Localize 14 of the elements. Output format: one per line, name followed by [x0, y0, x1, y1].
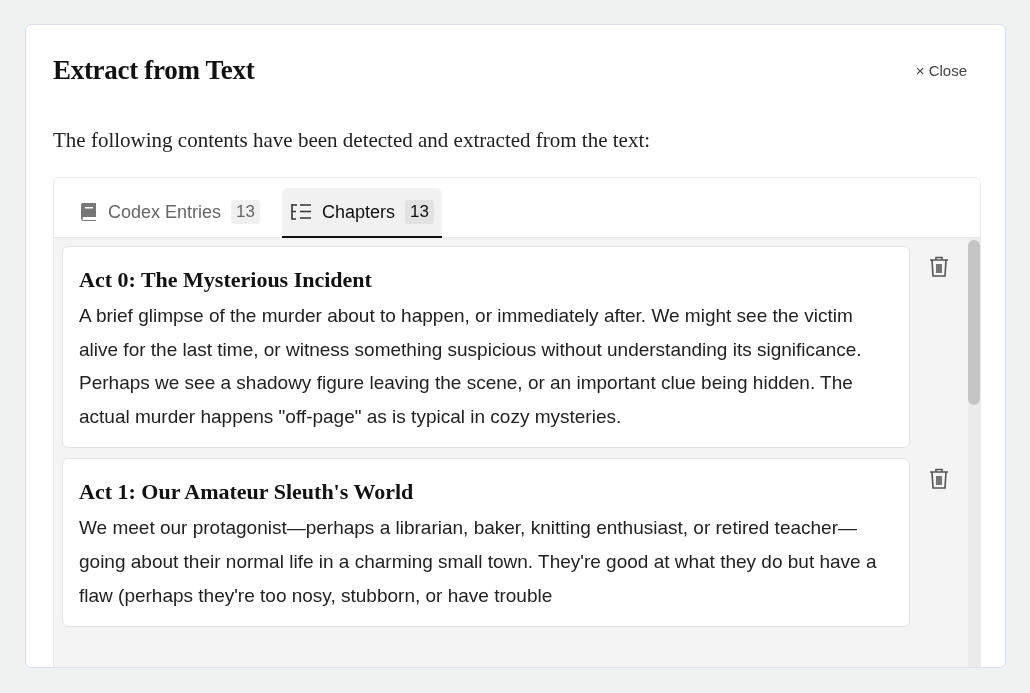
- intro-text: The following contents have been detected and extracted from the text:: [53, 128, 652, 153]
- outline-icon: [290, 203, 312, 221]
- scrollbar[interactable]: [968, 238, 980, 667]
- chapter-summary: We meet our protagonist—perhaps a librarian, baker, knitting enthusiast, or retired teacher—going about their normal life in a charming small town. They're good at what they do but have a flaw (perhaps they're too nosy, stubborn, or have trouble: [79, 516, 878, 608]
- chapter-title: Act 0: The Mysterious Incident: [79, 267, 373, 293]
- count-badge: 13: [405, 200, 434, 224]
- tab[interactable]: Chapters 13: [282, 188, 442, 238]
- count-badge: 13: [231, 200, 260, 224]
- chapter-summary: A brief glimpse of the murder about to happen, or immediately after. We might see the victim alive for the last time, or witness something suspicious without understanding its significance. Perhaps we see a shadowy figure leaving the scene, or an important clue being hidden. The actual murder happens "off-page" as is typical in cozy mysteries.: [79, 304, 863, 429]
- tab[interactable]: Codex Entries 13: [72, 188, 268, 238]
- book-icon: [80, 202, 98, 222]
- chapter-title: Act 1: Our Amateur Sleuth's World: [79, 479, 415, 506]
- dialog-title: Extract from Text: [53, 55, 255, 86]
- close-button[interactable]: × Close: [901, 58, 981, 83]
